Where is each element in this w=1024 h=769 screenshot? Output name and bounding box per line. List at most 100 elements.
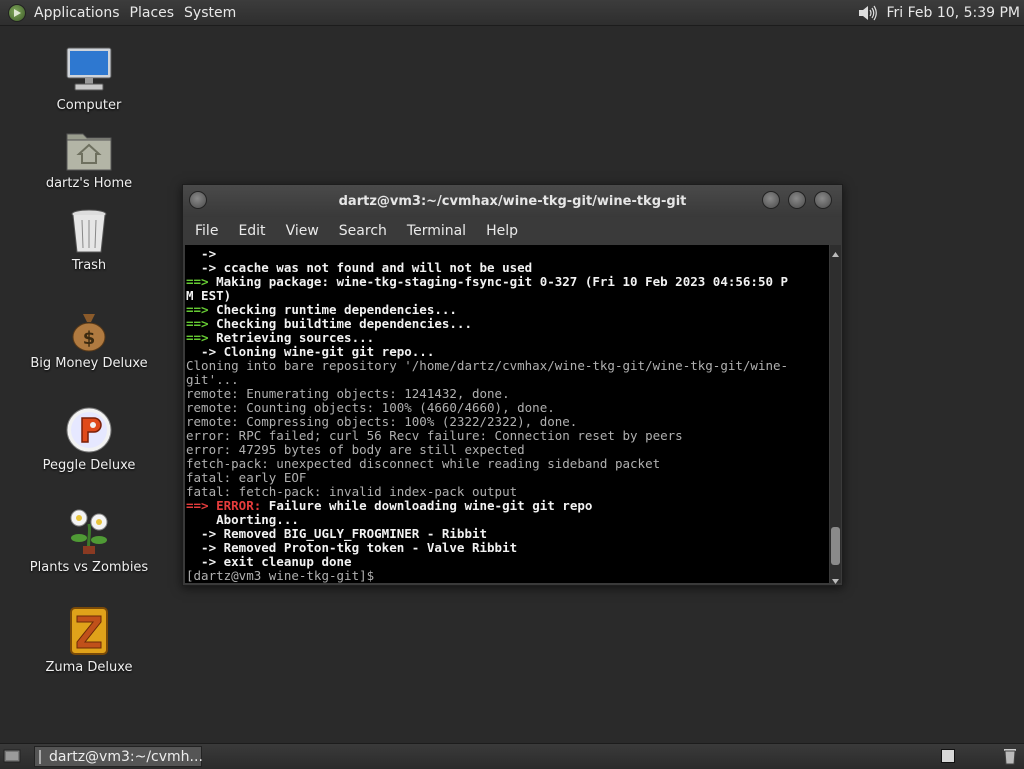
terminal-line: error: RPC failed; curl 56 Recv failure:…: [186, 429, 829, 443]
terminal-line: Aborting...: [186, 513, 829, 527]
terminal-line: ->: [186, 247, 829, 261]
close-button[interactable]: [814, 191, 832, 209]
panel-tray: Fri Feb 10, 5:39 PM: [857, 0, 1024, 25]
terminal-line: fatal: early EOF: [186, 471, 829, 485]
terminal-line: remote: Compressing objects: 100% (2322/…: [186, 415, 829, 429]
terminal-line: Cloning into bare repository '/home/dart…: [186, 359, 829, 373]
terminal-line: fatal: fetch-pack: invalid index-pack ou…: [186, 485, 829, 499]
menu-file[interactable]: File: [185, 223, 228, 239]
terminal-line: remote: Enumerating objects: 1241432, do…: [186, 387, 829, 401]
terminal-text: Aborting...: [186, 512, 299, 527]
terminal-text: Checking buildtime dependencies...: [209, 316, 472, 331]
zuma-icon: [67, 606, 111, 656]
bottom-panel: dartz@vm3:~/cvmh...: [0, 743, 1024, 769]
desktop-icon-label: Plants vs Zombies: [24, 560, 154, 575]
terminal-text: git'...: [186, 372, 239, 387]
terminal-line: ==> Checking runtime dependencies...: [186, 303, 829, 317]
workspace-switcher[interactable]: [941, 749, 955, 763]
menu-help[interactable]: Help: [476, 223, 528, 239]
terminal-line: -> ccache was not found and will not be …: [186, 261, 829, 275]
svg-text:$: $: [83, 328, 96, 349]
computer-icon: [65, 46, 113, 94]
gnome-foot-icon[interactable]: [8, 4, 26, 22]
terminal-line: ==> Retrieving sources...: [186, 331, 829, 345]
applications-menu[interactable]: Applications: [32, 5, 128, 21]
show-desktop-icon[interactable]: [3, 748, 21, 764]
terminal-line: fetch-pack: unexpected disconnect while …: [186, 457, 829, 471]
terminal-scrollbar[interactable]: [830, 245, 841, 583]
money-bag-icon: $: [69, 310, 109, 352]
clock[interactable]: Fri Feb 10, 5:39 PM: [887, 5, 1024, 21]
desktop-icon-plants[interactable]: Plants vs Zombies: [24, 506, 154, 575]
desktop-icon-label: dartz's Home: [24, 176, 154, 191]
terminal-text: fatal: early EOF: [186, 470, 306, 485]
menu-search[interactable]: Search: [329, 223, 397, 239]
places-menu[interactable]: Places: [128, 5, 183, 21]
terminal-text: ==>: [186, 274, 209, 289]
terminal-line: -> Cloning wine-git git repo...: [186, 345, 829, 359]
menu-view[interactable]: View: [276, 223, 329, 239]
terminal-line: ==> Making package: wine-tkg-staging-fsy…: [186, 275, 829, 289]
desktop-icon-peggle[interactable]: Peggle Deluxe: [24, 406, 154, 473]
terminal-line: ==> Checking buildtime dependencies...: [186, 317, 829, 331]
terminal-text: Checking runtime dependencies...: [209, 302, 457, 317]
terminal-text: error: RPC failed; curl 56 Recv failure:…: [186, 428, 683, 443]
desktop-icon-label: Computer: [24, 98, 154, 113]
terminal-window[interactable]: dartz@vm3:~/cvmhax/wine-tkg-git/wine-tkg…: [182, 184, 843, 586]
terminal-line: git'...: [186, 373, 829, 387]
terminal-line: error: 47295 bytes of body are still exp…: [186, 443, 829, 457]
terminal-app-icon: [39, 750, 41, 764]
terminal-menu-bar: File Edit View Search Terminal Help: [183, 217, 842, 245]
terminal-line: -> Removed Proton-tkg token - Valve Ribb…: [186, 541, 829, 555]
top-panel: Applications Places System Fri Feb 10, 5…: [0, 0, 1024, 26]
plants-icon: [65, 506, 113, 556]
scrollbar-thumb[interactable]: [831, 527, 840, 565]
terminal-text: -> ccache was not found and will not be …: [186, 260, 532, 275]
terminal-text: ->: [186, 246, 216, 261]
terminal-text: remote: Enumerating objects: 1241432, do…: [186, 386, 510, 401]
desktop-icon-label: Trash: [24, 258, 154, 273]
taskbar-terminal-label: dartz@vm3:~/cvmh...: [49, 749, 203, 765]
terminal-line: -> exit cleanup done: [186, 555, 829, 569]
terminal-text: ==>: [186, 498, 209, 513]
trash-applet-icon[interactable]: [1002, 747, 1018, 765]
menu-edit[interactable]: Edit: [228, 223, 275, 239]
terminal-text: Retrieving sources...: [209, 330, 375, 345]
desktop-icon-zuma[interactable]: Zuma Deluxe: [24, 606, 154, 675]
maximize-button[interactable]: [788, 191, 806, 209]
window-menu-button[interactable]: [189, 191, 207, 209]
speaker-icon[interactable]: [857, 3, 879, 23]
terminal-text: ==>: [186, 302, 209, 317]
terminal-text: error: 47295 bytes of body are still exp…: [186, 442, 525, 457]
terminal-text: -> Removed BIG_UGLY_FROGMINER - Ribbit: [186, 526, 487, 541]
terminal-text: fatal: fetch-pack: invalid index-pack ou…: [186, 484, 517, 499]
terminal-text: Failure while downloading wine-git git r…: [261, 498, 592, 513]
desktop-icon-computer[interactable]: Computer: [24, 46, 154, 113]
desktop-icon-trash[interactable]: Trash: [24, 208, 154, 273]
terminal-text: -> Cloning wine-git git repo...: [186, 344, 434, 359]
desktop-icon-home[interactable]: dartz's Home: [24, 128, 154, 191]
terminal-text: [dartz@vm3 wine-tkg-git]$: [186, 568, 382, 583]
terminal-text: -> Removed Proton-tkg token - Valve Ribb…: [186, 540, 517, 555]
terminal-output[interactable]: -> -> ccache was not found and will not …: [185, 245, 829, 583]
terminal-line: ==> ERROR: Failure while downloading win…: [186, 499, 829, 513]
desktop-icon-label: Big Money Deluxe: [24, 356, 154, 371]
terminal-text: ==>: [186, 316, 209, 331]
desktop-icon-label: Peggle Deluxe: [24, 458, 154, 473]
terminal-text: ERROR:: [209, 498, 262, 513]
terminal-line: [dartz@vm3 wine-tkg-git]$: [186, 569, 829, 583]
terminal-text: remote: Compressing objects: 100% (2322/…: [186, 414, 577, 429]
desktop-icon-big-money[interactable]: $ Big Money Deluxe: [24, 310, 154, 371]
window-title: dartz@vm3:~/cvmhax/wine-tkg-git/wine-tkg…: [339, 194, 687, 209]
terminal-line: M EST): [186, 289, 829, 303]
system-menu[interactable]: System: [182, 5, 244, 21]
terminal-line: remote: Counting objects: 100% (4660/466…: [186, 401, 829, 415]
terminal-text: M EST): [186, 288, 231, 303]
minimize-button[interactable]: [762, 191, 780, 209]
home-folder-icon: [65, 128, 113, 172]
taskbar-terminal-button[interactable]: dartz@vm3:~/cvmh...: [34, 746, 202, 767]
window-title-bar[interactable]: dartz@vm3:~/cvmhax/wine-tkg-git/wine-tkg…: [183, 185, 842, 217]
scroll-up-arrow-icon[interactable]: [830, 245, 841, 256]
menu-terminal[interactable]: Terminal: [397, 223, 476, 239]
scroll-down-arrow-icon[interactable]: [830, 572, 841, 583]
